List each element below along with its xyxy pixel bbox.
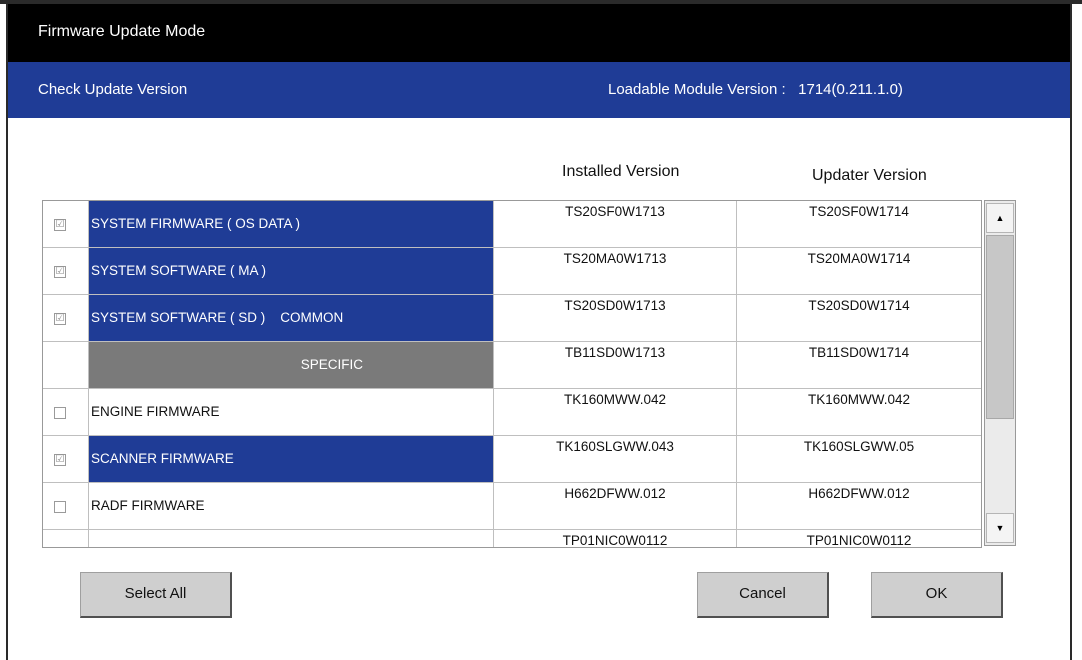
module-name[interactable]: ENGINE FIRMWARE [89, 389, 493, 435]
updater-version-header: Updater Version [812, 167, 927, 184]
scroll-down-button[interactable]: ▼ [986, 513, 1014, 543]
table-row[interactable]: ENGINE FIRMWARE TK160MWW.042 TK160MWW.04… [43, 389, 981, 436]
updater-version: TK160SLGWW.05 [803, 439, 915, 454]
row-checkbox[interactable]: ☑ [54, 313, 66, 325]
module-name[interactable]: SYSTEM SOFTWARE ( SD ) COMMON [89, 295, 493, 341]
row-checkbox[interactable] [54, 407, 66, 419]
check-update-version-label: Check Update Version [38, 81, 188, 98]
table-row[interactable]: TP01NIC0W0112 TP01NIC0W0112 [43, 530, 981, 548]
updater-version: TB11SD0W1714 [808, 345, 910, 360]
table-row[interactable]: RADF FIRMWARE H662DFWW.012 H662DFWW.012 [43, 483, 981, 530]
table-scrollbar[interactable]: ▲ ▼ [984, 200, 1016, 546]
updater-version: TS20SD0W1714 [808, 298, 910, 313]
cancel-button[interactable]: Cancel [697, 572, 829, 618]
title-bar: Firmware Update Mode [8, 4, 1070, 62]
updater-version: TK160MWW.042 [807, 392, 911, 407]
row-checkbox[interactable]: ☑ [54, 454, 66, 466]
select-all-button[interactable]: Select All [80, 572, 232, 618]
row-checkbox[interactable] [54, 501, 66, 513]
module-name[interactable]: SCANNER FIRMWARE [89, 436, 493, 482]
installed-version: TS20MA0W1713 [563, 251, 667, 266]
scroll-up-button[interactable]: ▲ [986, 203, 1014, 233]
table-row[interactable]: ☑ SYSTEM FIRMWARE ( OS DATA ) TS20SF0W17… [43, 201, 981, 248]
table-row[interactable]: SPECIFIC TB11SD0W1713 TB11SD0W1714 [43, 342, 981, 389]
table-row[interactable]: ☑ SYSTEM SOFTWARE ( MA ) TS20MA0W1713 TS… [43, 248, 981, 295]
installed-version: TK160SLGWW.043 [556, 439, 674, 454]
module-name[interactable]: SYSTEM SOFTWARE ( MA ) [89, 248, 493, 294]
installed-version: H662DFWW.012 [564, 486, 666, 501]
loadable-module-version-label: Loadable Module Version : 1714(0.211.1.0… [608, 81, 903, 98]
installed-version: TP01NIC0W0112 [562, 533, 668, 548]
module-name[interactable] [89, 530, 493, 547]
updater-version: TP01NIC0W0112 [806, 533, 912, 548]
module-name[interactable]: SYSTEM FIRMWARE ( OS DATA ) [89, 201, 493, 247]
installed-version: TS20SD0W1713 [564, 298, 666, 313]
installed-version: TS20SF0W1713 [565, 204, 665, 219]
installed-version: TB11SD0W1713 [564, 345, 666, 360]
sub-header: Check Update Version Loadable Module Ver… [8, 62, 1070, 118]
module-name[interactable]: RADF FIRMWARE [89, 483, 493, 529]
installed-version: TK160MWW.042 [563, 392, 667, 407]
window-frame-right [1070, 0, 1072, 660]
scroll-thumb[interactable] [986, 235, 1014, 419]
table-row[interactable]: ☑ SYSTEM SOFTWARE ( SD ) COMMON TS20SD0W… [43, 295, 981, 342]
window-title: Firmware Update Mode [38, 23, 206, 40]
installed-version-header: Installed Version [562, 163, 680, 180]
triangle-down-icon: ▼ [995, 523, 1005, 533]
updater-version: TS20MA0W1714 [807, 251, 911, 266]
ok-button[interactable]: OK [871, 572, 1003, 618]
row-checkbox[interactable]: ☑ [54, 219, 66, 231]
table-row[interactable]: ☑ SCANNER FIRMWARE TK160SLGWW.043 TK160S… [43, 436, 981, 483]
row-checkbox[interactable]: ☑ [54, 266, 66, 278]
firmware-table: ☑ SYSTEM FIRMWARE ( OS DATA ) TS20SF0W17… [42, 200, 982, 548]
updater-version: H662DFWW.012 [808, 486, 910, 501]
triangle-up-icon: ▲ [995, 213, 1005, 223]
module-name[interactable]: SPECIFIC [89, 342, 493, 388]
updater-version: TS20SF0W1714 [809, 204, 909, 219]
